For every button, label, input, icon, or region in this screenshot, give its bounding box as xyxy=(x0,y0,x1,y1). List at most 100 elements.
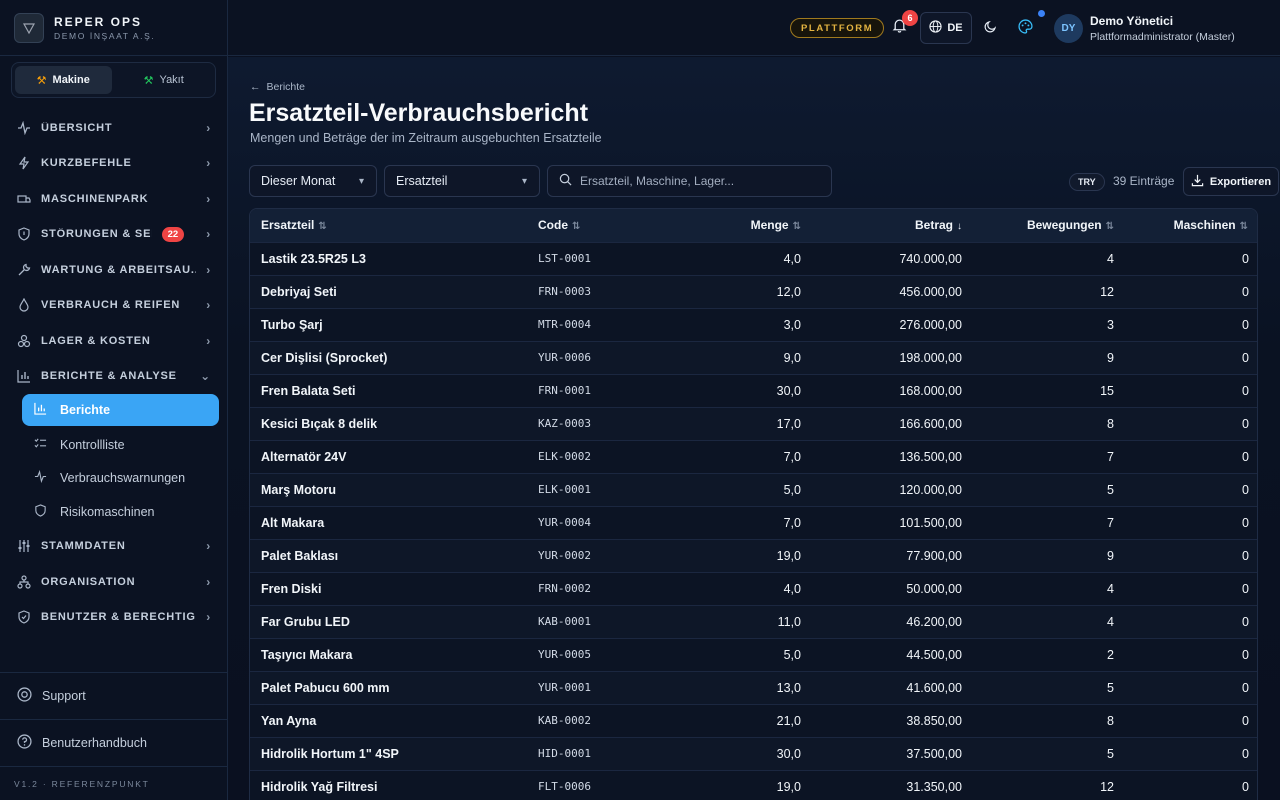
cell-ersatzteil: Yan Ayna xyxy=(261,713,317,728)
table-row[interactable]: Alt Makara YUR-0004 7,0 101.500,00 7 0 xyxy=(250,506,1257,539)
currency-badge[interactable]: TRY xyxy=(1069,173,1105,191)
table-row[interactable]: Palet Baklası YUR-0002 19,0 77.900,00 9 0 xyxy=(250,539,1257,572)
export-button[interactable]: Exportieren xyxy=(1183,167,1279,196)
lifebuoy-icon xyxy=(17,687,32,705)
reports-submenu: Berichte Kontrollliste Verbrauchswarnung… xyxy=(0,394,227,529)
col-bewegungen-header[interactable]: Bewegungen ⇅ xyxy=(973,209,1125,242)
moon-icon[interactable] xyxy=(984,19,998,36)
chevron-down-icon: ▾ xyxy=(358,175,364,187)
nav-item-wartung[interactable]: WARTUNG & ARBEITSAU... › xyxy=(0,252,227,288)
breadcrumb[interactable]: ← Berichte xyxy=(250,81,305,93)
table-row[interactable]: Marş Motoru ELK-0001 5,0 120.000,00 5 0 xyxy=(250,473,1257,506)
page-title: Ersatzteil-Verbrauchsbericht xyxy=(249,99,589,127)
table-row[interactable]: Hidrolik Hortum 1" 4SP HID-0001 30,0 37.500… xyxy=(250,737,1257,770)
cell-maschinen: 0 xyxy=(1242,416,1249,431)
cell-betrag: 120.000,00 xyxy=(899,482,962,497)
table-row[interactable]: Alternatör 24V ELK-0002 7,0 136.500,00 7 0 xyxy=(250,440,1257,473)
nav-item-lager[interactable]: LAGER & KOSTEN › xyxy=(0,323,227,359)
support-link[interactable]: Support xyxy=(0,672,227,719)
cell-maschinen: 0 xyxy=(1242,713,1249,728)
nav-item-benutzer[interactable]: BENUTZER & BERECHTIG... › xyxy=(0,600,227,636)
cell-menge: 11,0 xyxy=(777,614,801,629)
cell-betrag: 101.500,00 xyxy=(899,515,962,530)
cell-maschinen: 0 xyxy=(1242,647,1249,662)
main-content: ← Berichte Ersatzteil-Verbrauchsbericht … xyxy=(228,57,1280,800)
cell-maschinen: 0 xyxy=(1242,284,1249,299)
mode-yakit-label: Yakıt xyxy=(159,74,184,86)
cell-bewegungen: 2 xyxy=(1107,647,1114,662)
search-box xyxy=(547,165,832,197)
header-label: Betrag xyxy=(914,218,953,233)
col-menge-header[interactable]: Menge ⇅ xyxy=(677,209,812,242)
table-row[interactable]: Hidrolik Yağ Filtresi FLT-0006 19,0 31.350,… xyxy=(250,770,1257,800)
mode-yakit-button[interactable]: ⚒ Yakıt xyxy=(116,66,213,94)
cell-code: YUR-0001 xyxy=(538,681,591,694)
cell-menge: 5,0 xyxy=(783,482,801,497)
cell-bewegungen: 3 xyxy=(1107,317,1114,332)
table-row[interactable]: Lastik 23.5R25 L3 LST-0001 4,0 740.000,00 4 0 xyxy=(250,242,1257,275)
cell-maschinen: 0 xyxy=(1242,251,1249,266)
chevron-down-icon: ▾ xyxy=(521,175,527,187)
nav-label: VERBRAUCH & REIFEN xyxy=(41,299,181,312)
language-switcher[interactable]: DE xyxy=(920,12,972,44)
period-select[interactable]: Dieser Monat ▾ xyxy=(249,165,377,197)
cell-maschinen: 0 xyxy=(1242,383,1249,398)
cell-ersatzteil: Kesici Bıçak 8 delik xyxy=(261,416,378,431)
user-info[interactable]: Demo Yönetici Plattformadministrator (Ma… xyxy=(1090,14,1235,43)
sidebar-item-kontrollliste[interactable]: Kontrollliste xyxy=(22,428,219,462)
nav-item-organisation[interactable]: ORGANISATION › xyxy=(0,564,227,600)
cell-maschinen: 0 xyxy=(1242,779,1249,794)
sub-item-label: Verbrauchswarnungen xyxy=(60,471,186,486)
sidebar-item-berichte[interactable]: Berichte xyxy=(22,394,219,426)
language-label: DE xyxy=(947,22,963,34)
cell-betrag: 740.000,00 xyxy=(899,251,962,266)
brand[interactable]: REPER OPS DEMO İNŞAAT A.Ş. xyxy=(0,0,227,56)
nav-item-kurzbefehle[interactable]: KURZBEFEHLE › xyxy=(0,146,227,182)
platform-pill[interactable]: PLATTFORM xyxy=(790,18,885,38)
table-row[interactable]: Debriyaj Seti FRN-0003 12,0 456.000,00 12 0 xyxy=(250,275,1257,308)
table-row[interactable]: Cer Dişlisi (Sprocket) YUR-0006 9,0 198.000… xyxy=(250,341,1257,374)
manual-link[interactable]: Benutzerhandbuch xyxy=(0,719,227,766)
col-code-header[interactable]: Code ⇅ xyxy=(527,209,677,242)
download-icon xyxy=(1191,174,1204,190)
table-row[interactable]: Kesici Bıçak 8 delik KAZ-0003 17,0 166.600,… xyxy=(250,407,1257,440)
nav-item-uebersicht[interactable]: ÜBERSICHT › xyxy=(0,110,227,146)
help-circle-icon xyxy=(17,734,32,752)
nav-item-stammdaten[interactable]: STAMMDATEN › xyxy=(0,529,227,565)
cell-maschinen: 0 xyxy=(1242,614,1249,629)
sort-icon: ⇅ xyxy=(1105,221,1114,233)
bolt-icon xyxy=(17,156,31,170)
type-select[interactable]: Ersatzteil ▾ xyxy=(384,165,540,197)
avatar[interactable]: DY xyxy=(1054,14,1083,43)
col-betrag-header[interactable]: Betrag ↓ xyxy=(812,209,973,242)
cell-menge: 30,0 xyxy=(776,746,801,761)
sidebar-item-verbrauchswarnungen[interactable]: Verbrauchswarnungen xyxy=(22,462,219,496)
col-maschinen-header[interactable]: Maschinen ⇅ xyxy=(1125,209,1257,242)
chevron-down-icon: ⌄ xyxy=(200,369,211,384)
entry-count: 39 Einträge xyxy=(1113,174,1175,188)
table-row[interactable]: Palet Pabucu 600 mm YUR-0001 13,0 41.600,00… xyxy=(250,671,1257,704)
nav-label: KURZBEFEHLE xyxy=(41,157,132,170)
nav-item-verbrauch[interactable]: VERBRAUCH & REIFEN › xyxy=(0,288,227,324)
search-input[interactable] xyxy=(580,174,810,188)
mode-makine-button[interactable]: ⚒ Makine xyxy=(15,66,112,94)
nav-label: STÖRUNGEN & SER... xyxy=(41,228,152,241)
table-row[interactable]: Taşıyıcı Makara YUR-0005 5,0 44.500,00 2 0 xyxy=(250,638,1257,671)
cell-betrag: 136.500,00 xyxy=(899,449,962,464)
table-row[interactable]: Yan Ayna KAB-0002 21,0 38.850,00 8 0 xyxy=(250,704,1257,737)
table-row[interactable]: Fren Diski FRN-0002 4,0 50.000,00 4 0 xyxy=(250,572,1257,605)
cell-menge: 21,0 xyxy=(776,713,801,728)
nav-item-stoerungen[interactable]: STÖRUNGEN & SER... 22 › xyxy=(0,217,227,253)
table-row[interactable]: Far Grubu LED KAB-0001 11,0 46.200,00 4 0 xyxy=(250,605,1257,638)
boxes-icon xyxy=(17,334,31,348)
table-row[interactable]: Turbo Şarj MTR-0004 3,0 276.000,00 3 0 xyxy=(250,308,1257,341)
table-row[interactable]: Fren Balata Seti FRN-0001 30,0 168.000,00 15… xyxy=(250,374,1257,407)
sub-item-label: Berichte xyxy=(60,403,111,417)
col-ersatzteil-header[interactable]: Ersatzteil ⇅ xyxy=(250,209,527,242)
sidebar-item-risikomaschinen[interactable]: Risikomaschinen xyxy=(22,495,219,529)
palette-icon[interactable] xyxy=(1018,19,1033,37)
nav-item-maschinenpark[interactable]: MASCHINENPARK › xyxy=(0,181,227,217)
table-body: Lastik 23.5R25 L3 LST-0001 4,0 740.000,00 4 0… xyxy=(250,242,1257,800)
nav-item-berichte-analyse[interactable]: BERICHTE & ANALYSE ⌄ xyxy=(0,359,227,395)
user-role: Plattformadministrator (Master) xyxy=(1090,31,1235,43)
